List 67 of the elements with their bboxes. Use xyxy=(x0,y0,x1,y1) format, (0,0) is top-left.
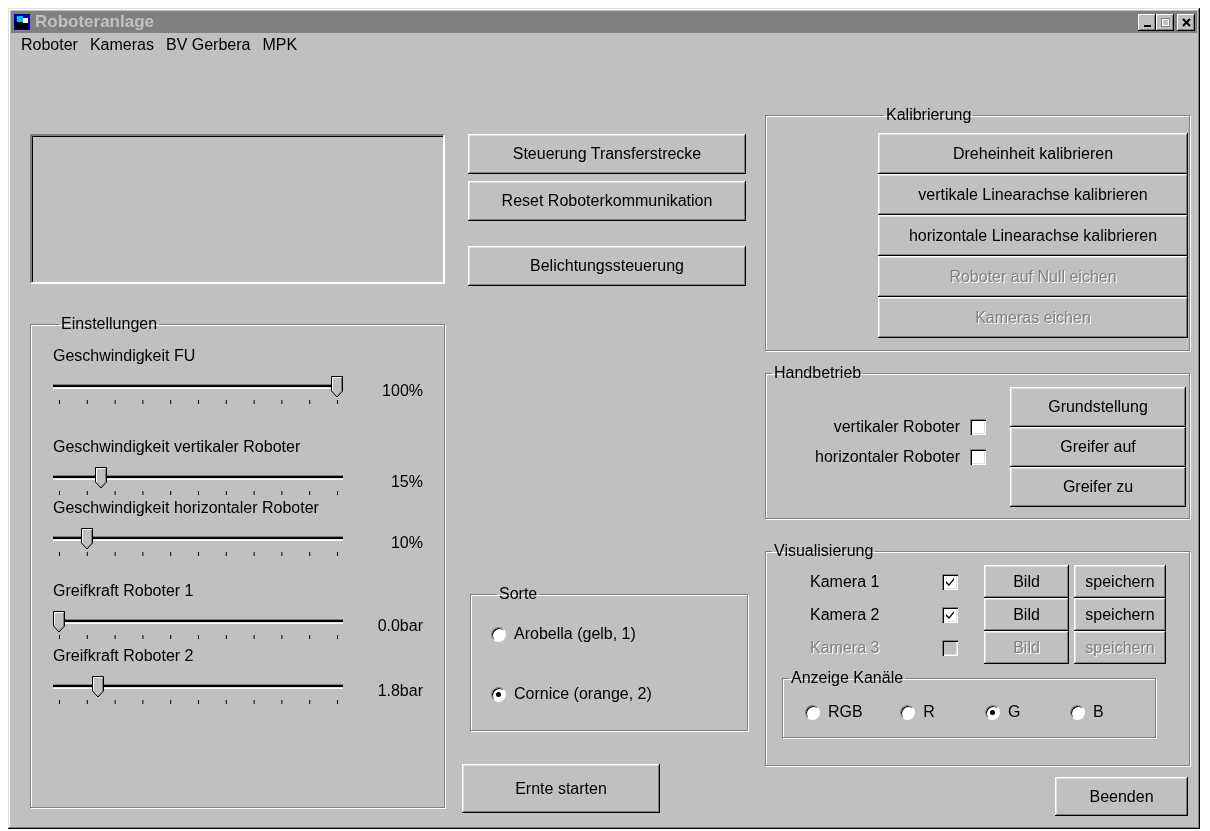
slider-value: 0.0bar xyxy=(376,616,423,636)
maximize-icon xyxy=(1160,17,1170,27)
close-button[interactable] xyxy=(1177,13,1195,31)
checkbox[interactable] xyxy=(942,573,958,590)
checkbox[interactable] xyxy=(970,449,986,465)
slider-label: Geschwindigkeit FU xyxy=(53,346,197,366)
action-button[interactable]: Belichtungssteuerung xyxy=(468,246,746,286)
checkbox-label[interactable]: vertikaler Roboter xyxy=(833,415,960,439)
group-label: Anzeige Kanäle xyxy=(790,670,905,686)
slider-thumb[interactable] xyxy=(94,467,107,489)
manual-button[interactable]: Grundstellung xyxy=(1010,387,1186,427)
manual-button[interactable]: Greifer zu xyxy=(1010,467,1186,507)
calibration-button[interactable]: Dreheinheit kalibrieren xyxy=(878,133,1188,174)
camera-label: Kamera 3 xyxy=(810,637,881,658)
slider-thumb[interactable] xyxy=(331,376,343,398)
slider-value: 10% xyxy=(389,533,423,553)
group-label: Handbetrieb xyxy=(773,365,863,381)
camera-label: Kamera 1 xyxy=(810,571,881,592)
manual-button[interactable]: Greifer auf xyxy=(1010,427,1186,467)
radio-label[interactable]: G xyxy=(1008,700,1021,724)
minimize-icon xyxy=(1143,25,1151,27)
checkbox[interactable] xyxy=(970,419,986,435)
radio-label[interactable]: R xyxy=(923,700,935,724)
slider-thumb[interactable] xyxy=(53,611,65,633)
maximize-button[interactable] xyxy=(1156,13,1174,31)
calibration-button[interactable]: vertikale Linearachse kalibrieren xyxy=(878,174,1188,215)
checkbox-label[interactable]: horizontaler Roboter xyxy=(815,445,960,469)
save-button[interactable]: speichern xyxy=(1074,598,1166,631)
slider-value: 15% xyxy=(389,472,423,492)
radio-label[interactable]: Cornice (orange, 2) xyxy=(514,682,652,706)
check-icon xyxy=(945,576,955,587)
minimize-button[interactable] xyxy=(1138,13,1156,31)
slider-label: Geschwindigkeit vertikaler Roboter xyxy=(53,437,302,457)
action-button[interactable]: Steuerung Transferstrecke xyxy=(468,134,746,174)
check-icon xyxy=(945,609,955,620)
radio-label[interactable]: Arobella (gelb, 1) xyxy=(514,622,636,646)
group-label: Einstellungen xyxy=(60,316,159,332)
slider-value: 100% xyxy=(381,381,423,401)
close-icon xyxy=(1181,17,1191,27)
menu-item[interactable]: MPK xyxy=(256,33,304,57)
group-label: Visualisierung xyxy=(773,543,875,559)
slider-label: Greifkraft Roboter 1 xyxy=(53,581,195,601)
action-button[interactable]: Reset Roboterkommunikation xyxy=(468,181,746,221)
harvest-button[interactable]: Ernte starten xyxy=(462,764,660,813)
save-button[interactable]: speichern xyxy=(1074,565,1166,598)
group-label: Sorte xyxy=(498,586,539,602)
menu-item[interactable]: Roboter xyxy=(15,33,84,57)
radio-button[interactable] xyxy=(491,626,506,642)
radio-button[interactable] xyxy=(1070,704,1086,720)
slider-label: Geschwindigkeit horizontaler Roboter xyxy=(53,498,320,518)
radio-label[interactable]: B xyxy=(1093,700,1104,724)
image-button[interactable]: Bild xyxy=(984,565,1069,598)
slider-thumb[interactable] xyxy=(91,676,104,698)
image-button[interactable]: Bild xyxy=(984,598,1069,631)
radio-label[interactable]: RGB xyxy=(828,700,863,724)
exit-button[interactable]: Beenden xyxy=(1055,777,1188,816)
window-title: Roboteranlage xyxy=(35,11,155,34)
slider-value: 1.8bar xyxy=(376,681,423,701)
slider-thumb[interactable] xyxy=(80,528,93,550)
calibration-button[interactable]: horizontale Linearachse kalibrieren xyxy=(878,215,1188,256)
camera-label: Kamera 2 xyxy=(810,604,881,625)
menu-item[interactable]: Kameras xyxy=(83,33,160,57)
app-icon xyxy=(13,13,31,31)
group-label: Kalibrierung xyxy=(885,107,973,123)
slider-label: Greifkraft Roboter 2 xyxy=(53,646,195,666)
menu-item[interactable]: BV Gerbera xyxy=(159,33,257,57)
checkbox[interactable] xyxy=(942,606,958,623)
